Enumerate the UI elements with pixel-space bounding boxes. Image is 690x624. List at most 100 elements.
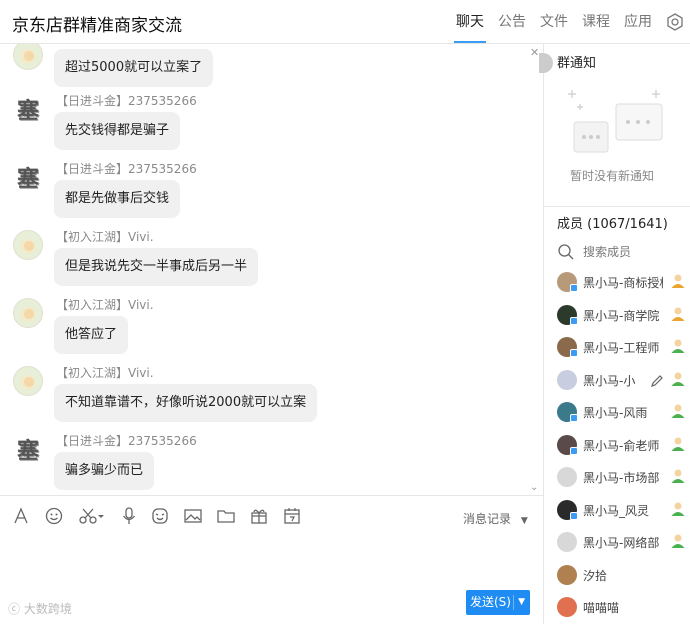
watermark-text: 大数跨境: [23, 602, 72, 616]
member-item[interactable]: 黑小马-商学院: [544, 299, 690, 331]
empty-notice-illustration: [566, 84, 676, 156]
caret-down-icon: ▼: [520, 516, 528, 526]
tab-bar: 聊天 公告 文件 课程 应用: [454, 0, 690, 44]
message-bubble: 超过5000就可以立案了: [54, 49, 214, 87]
gift-icon[interactable]: [249, 506, 269, 526]
sender-name[interactable]: 【日进斗金】237535266: [56, 432, 197, 449]
admin-icon: [670, 468, 686, 484]
member-name: 黑小马-商学院: [583, 308, 660, 323]
device-badge-icon: [570, 284, 578, 292]
message-bubble: 他答应了: [54, 316, 129, 354]
member-search-input[interactable]: 搜索成员: [557, 242, 687, 260]
tab-courses[interactable]: 课程: [582, 0, 610, 44]
send-button[interactable]: 发送(S) ▼: [466, 590, 530, 615]
admin-icon: [670, 436, 686, 452]
message-bubble: 骗多骗少而已: [54, 452, 155, 490]
message-input[interactable]: [0, 537, 543, 624]
member-name: 黑小马-工程师: [583, 341, 660, 355]
avatar[interactable]: [13, 230, 43, 260]
avatar[interactable]: [557, 532, 577, 552]
image-icon[interactable]: [183, 506, 203, 526]
input-toolbar: 消息记录 ▼: [0, 495, 543, 537]
tab-chat[interactable]: 聊天: [454, 0, 486, 44]
device-badge-icon: [570, 349, 578, 357]
member-name: 黑小马_风灵: [583, 503, 650, 518]
device-badge-icon: [570, 446, 578, 455]
tab-announcement[interactable]: 公告: [498, 0, 526, 44]
device-badge-icon: [570, 511, 578, 520]
scissors-icon[interactable]: [78, 506, 106, 526]
font-icon[interactable]: [11, 506, 31, 526]
send-label: 发送(S): [470, 595, 511, 609]
members-title: 成员 (1067/1641): [557, 217, 668, 232]
group-chat-window: 京东店群精准商家交流 聊天 公告 文件 课程 应用 超过5000就可以立案了 塞…: [0, 0, 690, 624]
device-badge-icon: [570, 414, 578, 422]
member-item[interactable]: 喵喵喵: [544, 591, 690, 623]
member-name: 黑小马-风雨: [583, 406, 648, 420]
calendar-icon[interactable]: [282, 506, 302, 526]
member-search-placeholder: 搜索成员: [583, 245, 632, 259]
member-item[interactable]: 汐拾: [544, 559, 690, 591]
avatar[interactable]: 塞: [13, 96, 43, 126]
member-name: 黑小马-市场部: [583, 471, 660, 485]
gear-icon[interactable]: [666, 13, 684, 31]
group-title: 京东店群精准商家交流: [12, 16, 182, 36]
member-name: 黑小马-商标授权: [583, 276, 663, 290]
avatar[interactable]: 塞: [13, 436, 43, 466]
logo-icon: ⓒ: [8, 602, 21, 616]
emoji-icon[interactable]: [44, 506, 64, 526]
member-item[interactable]: 黑小马_风灵: [544, 494, 690, 526]
admin-icon: [670, 338, 686, 354]
member-item[interactable]: 黑小马-网络部: [544, 526, 690, 558]
avatar[interactable]: [557, 597, 577, 617]
member-name: 汐拾: [583, 568, 608, 583]
sender-name[interactable]: 【日进斗金】237535266: [56, 160, 197, 177]
member-name: 喵喵喵: [583, 601, 620, 615]
edit-icon[interactable]: [650, 373, 664, 387]
avatar[interactable]: 塞: [13, 164, 43, 194]
admin-icon: [670, 501, 686, 517]
admin-icon: [670, 403, 686, 419]
divider: [544, 206, 690, 207]
tab-files[interactable]: 文件: [540, 0, 568, 44]
chevron-down-icon[interactable]: ⌄: [530, 482, 538, 493]
avatar[interactable]: [13, 298, 43, 328]
avatar[interactable]: [557, 564, 577, 585]
member-item[interactable]: 黑小马-风雨: [544, 396, 690, 428]
close-icon[interactable]: ✕: [530, 46, 539, 59]
member-name: 黑小马-网络部: [583, 536, 660, 550]
send-divider: [513, 595, 514, 610]
group-sidebar: 群通知 暂时没有新通知 成员 (1067/1641) 搜索成员 黑小马-商标授权…: [539, 44, 690, 624]
member-name: 黑小马-俞老师: [583, 438, 660, 453]
tab-apps[interactable]: 应用: [624, 0, 652, 44]
empty-notice-text: 暂时没有新通知: [570, 169, 655, 183]
sender-name[interactable]: 【日进斗金】237535266: [56, 92, 197, 109]
search-icon: [558, 244, 574, 260]
folder-icon[interactable]: [216, 506, 236, 526]
microphone-icon[interactable]: [119, 506, 139, 526]
member-item[interactable]: 黑小马-俞老师: [544, 429, 690, 461]
admin-icon: [670, 533, 686, 549]
avatar[interactable]: [557, 369, 577, 390]
send-options-icon[interactable]: ▼: [518, 590, 525, 615]
sender-name[interactable]: 【初入江湖】Vivi.: [56, 296, 154, 313]
sticker-icon[interactable]: [150, 506, 170, 526]
owner-icon: [670, 306, 686, 322]
message-history-button[interactable]: 消息记录 ▼: [463, 510, 528, 527]
message-bubble: 都是先做事后交钱: [54, 180, 181, 218]
sender-name[interactable]: 【初入江湖】Vivi.: [56, 228, 154, 245]
avatar[interactable]: [13, 44, 43, 70]
sender-name[interactable]: 【初入江湖】Vivi.: [56, 364, 154, 381]
message-history-label: 消息记录: [463, 512, 512, 526]
admin-icon: [670, 371, 686, 387]
member-item[interactable]: 黑小马-小: [544, 364, 690, 396]
collapse-panel-handle[interactable]: [539, 53, 553, 73]
member-item[interactable]: 黑小马-市场部: [544, 461, 690, 493]
member-item[interactable]: 黑小马-商标授权: [544, 266, 690, 298]
avatar[interactable]: [13, 366, 43, 396]
device-badge-icon: [570, 316, 578, 325]
avatar[interactable]: [557, 467, 577, 487]
member-item[interactable]: 黑小马-工程师: [544, 331, 690, 363]
message-list[interactable]: 超过5000就可以立案了 塞 【日进斗金】237535266 先交钱得都是骗子 …: [0, 44, 544, 495]
watermark: ⓒ 大数跨境: [8, 600, 72, 617]
